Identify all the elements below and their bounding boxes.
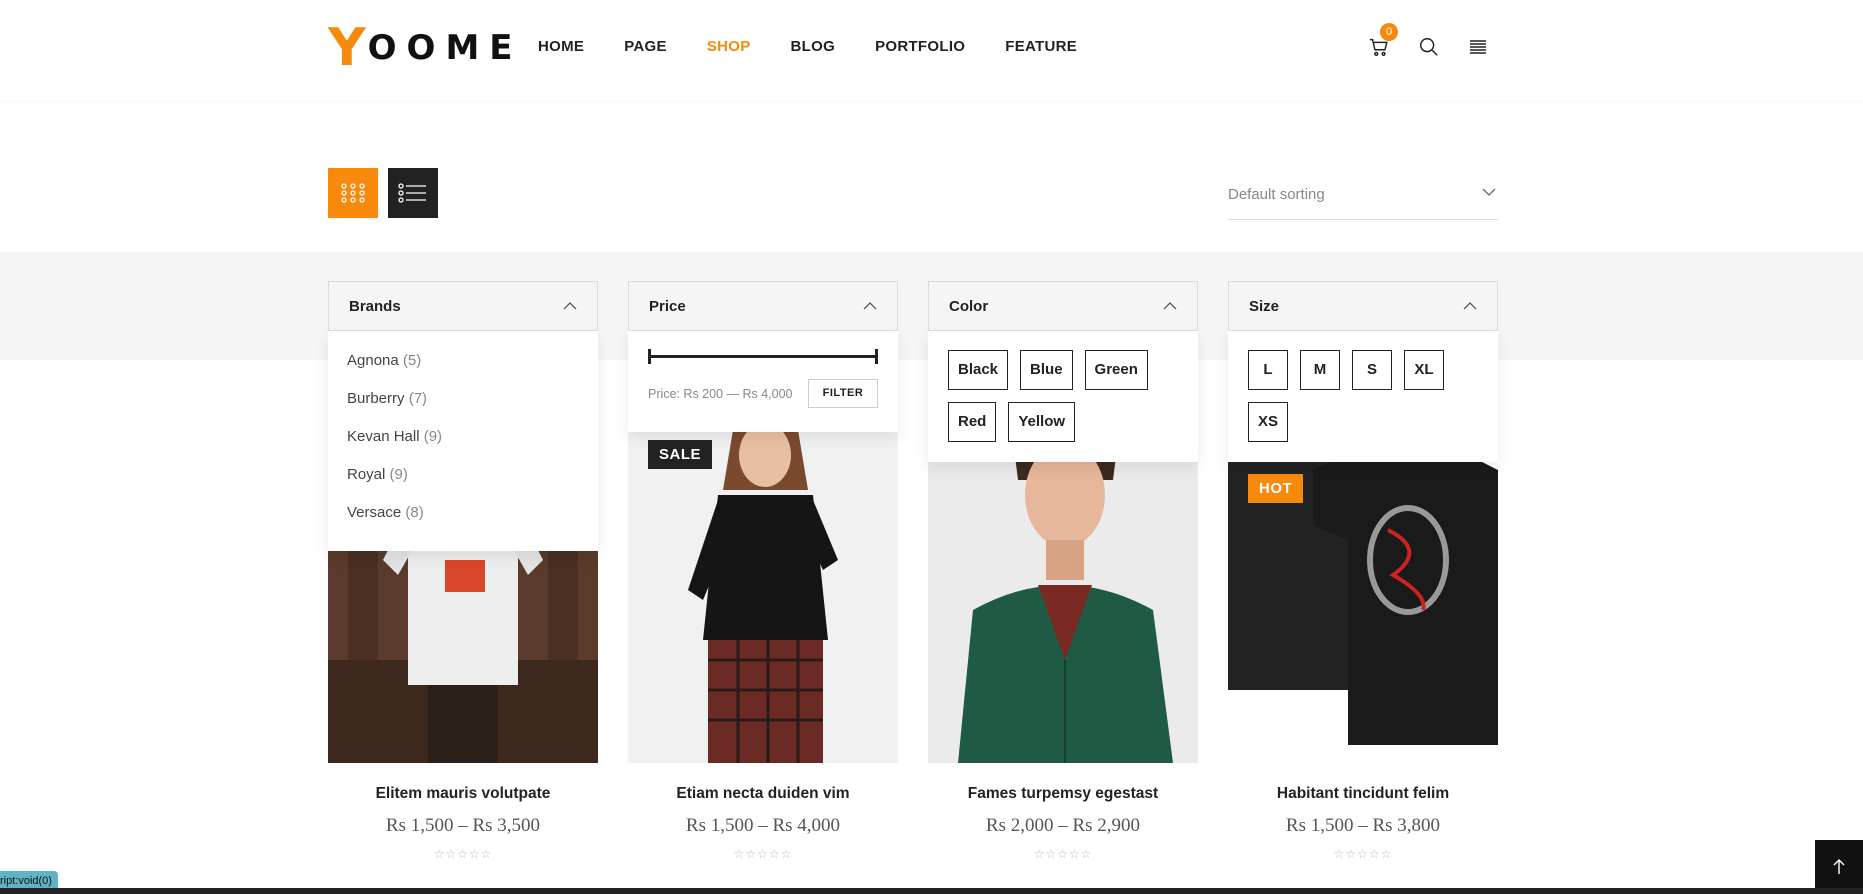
hot-badge: HOT <box>1248 474 1304 503</box>
product-rating: ☆☆☆☆☆ <box>733 847 793 861</box>
grid-view-icon <box>341 183 365 203</box>
product-price: Rs 1,500 – Rs 3,500 <box>385 815 541 836</box>
brand-name: Kevan Hall <box>347 428 420 445</box>
brand-count: (5) <box>402 352 422 369</box>
menu-icon <box>1470 40 1486 54</box>
product-price: Rs 1,500 – Rs 3,800 <box>1285 815 1441 836</box>
color-option-green[interactable]: Green <box>1084 350 1148 390</box>
price-slider-max-handle[interactable] <box>875 349 878 364</box>
site-logo[interactable]: Y OOME <box>328 22 523 74</box>
filter-size-title: Size <box>1249 297 1280 315</box>
cart-button[interactable]: 0 <box>1368 23 1398 60</box>
brand-name: Burberry <box>347 390 405 407</box>
chevron-down-icon <box>1482 188 1496 196</box>
filter-button[interactable]: FILTER <box>808 379 878 408</box>
product-price: Rs 2,000 – Rs 2,900 <box>985 815 1141 836</box>
price-range-slider[interactable] <box>648 349 878 364</box>
price-range-label: Price: Rs 200 — Rs 4,000 <box>648 386 793 401</box>
nav-feature[interactable]: FEATURE <box>1005 38 1077 55</box>
filter-brands-toggle[interactable]: Brands <box>328 281 598 331</box>
filter-color-panel: Black Blue Green Red Yellow <box>928 331 1198 462</box>
filter-price-panel: Price: Rs 200 — Rs 4,000 FILTER <box>628 331 898 432</box>
brand-count: (9) <box>423 428 443 445</box>
header-icons: 0 <box>1368 23 1492 60</box>
product-name[interactable]: Habitant tincidunt felim <box>1228 785 1498 803</box>
brand-item-royal[interactable]: Royal (9) <box>347 465 579 503</box>
size-option-s[interactable]: S <box>1352 350 1392 390</box>
color-option-blue[interactable]: Blue <box>1020 350 1073 390</box>
size-option-m[interactable]: M <box>1300 350 1340 390</box>
color-option-red[interactable]: Red <box>948 402 997 442</box>
size-option-xl[interactable]: XL <box>1404 350 1444 390</box>
product-name[interactable]: Fames turpemsy egestast <box>928 785 1198 803</box>
arrow-up-icon <box>1833 859 1845 874</box>
chevron-up-icon <box>1463 302 1477 310</box>
product-name[interactable]: Etiam necta duiden vim <box>628 785 898 803</box>
brand-name: Royal <box>347 466 386 483</box>
filter-color-toggle[interactable]: Color <box>928 281 1198 331</box>
filter-brands-panel: Agnona (5) Burberry (7) Kevan Hall (9) R… <box>328 331 598 551</box>
product-rating: ☆☆☆☆☆ <box>1033 847 1093 861</box>
chevron-up-icon <box>563 302 577 310</box>
nav-portfolio[interactable]: PORTFOLIO <box>875 38 965 55</box>
brand-name: Versace <box>347 504 402 521</box>
brand-item-burberry[interactable]: Burberry (7) <box>347 389 579 427</box>
nav-home[interactable]: HOME <box>538 38 584 55</box>
size-option-l[interactable]: L <box>1248 350 1288 390</box>
brand-item-agnona[interactable]: Agnona (5) <box>347 351 579 389</box>
brand-count: (8) <box>405 504 424 521</box>
chevron-up-icon <box>1163 302 1177 310</box>
brand-item-kevan-hall[interactable]: Kevan Hall (9) <box>347 427 579 465</box>
site-header: Y OOME HOME PAGE SHOP BLOG PORTFOLIO FEA… <box>0 0 1863 100</box>
product-rating: ☆☆☆☆☆ <box>433 847 493 861</box>
filter-size-panel: L M S XL XS <box>1228 331 1498 462</box>
brand-count: (7) <box>408 390 428 407</box>
size-option-xs[interactable]: XS <box>1248 402 1288 442</box>
grid-view-button[interactable] <box>328 168 378 218</box>
logo-wordmark: OOME <box>367 28 523 68</box>
cart-count-badge: 0 <box>1380 23 1398 41</box>
nav-page[interactable]: PAGE <box>624 38 667 55</box>
product-price: Rs 1,500 – Rs 4,000 <box>685 815 841 836</box>
filter-size-toggle[interactable]: Size <box>1228 281 1498 331</box>
product-name[interactable]: Elitem mauris volutpate <box>328 785 598 803</box>
brand-item-versace[interactable]: Versace (8) <box>347 503 579 541</box>
filter-price-title: Price <box>649 297 686 315</box>
brand-count: (9) <box>389 466 408 483</box>
logo-letter: Y <box>328 18 366 78</box>
price-slider-min-handle[interactable] <box>648 349 651 364</box>
product-rating: ☆☆☆☆☆ <box>1333 847 1393 861</box>
main-nav: HOME PAGE SHOP BLOG PORTFOLIO FEATURE <box>538 38 1117 55</box>
back-to-top-button[interactable] <box>1815 840 1863 894</box>
search-button[interactable] <box>1418 36 1442 60</box>
brand-name: Agnona <box>347 352 399 369</box>
filter-color-title: Color <box>949 297 989 315</box>
chevron-up-icon <box>863 302 877 310</box>
nav-blog[interactable]: BLOG <box>791 38 836 55</box>
list-view-button[interactable] <box>388 168 438 218</box>
filter-brands-title: Brands <box>349 297 401 315</box>
list-view-icon <box>398 183 426 203</box>
bottom-bar <box>0 888 1863 894</box>
menu-button[interactable] <box>1468 36 1492 60</box>
price-slider-track <box>648 355 878 358</box>
sort-select[interactable]: Default sorting <box>1228 178 1498 220</box>
color-option-yellow[interactable]: Yellow <box>1008 402 1076 442</box>
sale-badge: SALE <box>648 440 713 469</box>
sort-value: Default sorting <box>1228 186 1325 203</box>
color-option-black[interactable]: Black <box>948 350 1009 390</box>
filter-price-toggle[interactable]: Price <box>628 281 898 331</box>
search-icon <box>1420 38 1438 56</box>
nav-shop[interactable]: SHOP <box>707 38 751 55</box>
